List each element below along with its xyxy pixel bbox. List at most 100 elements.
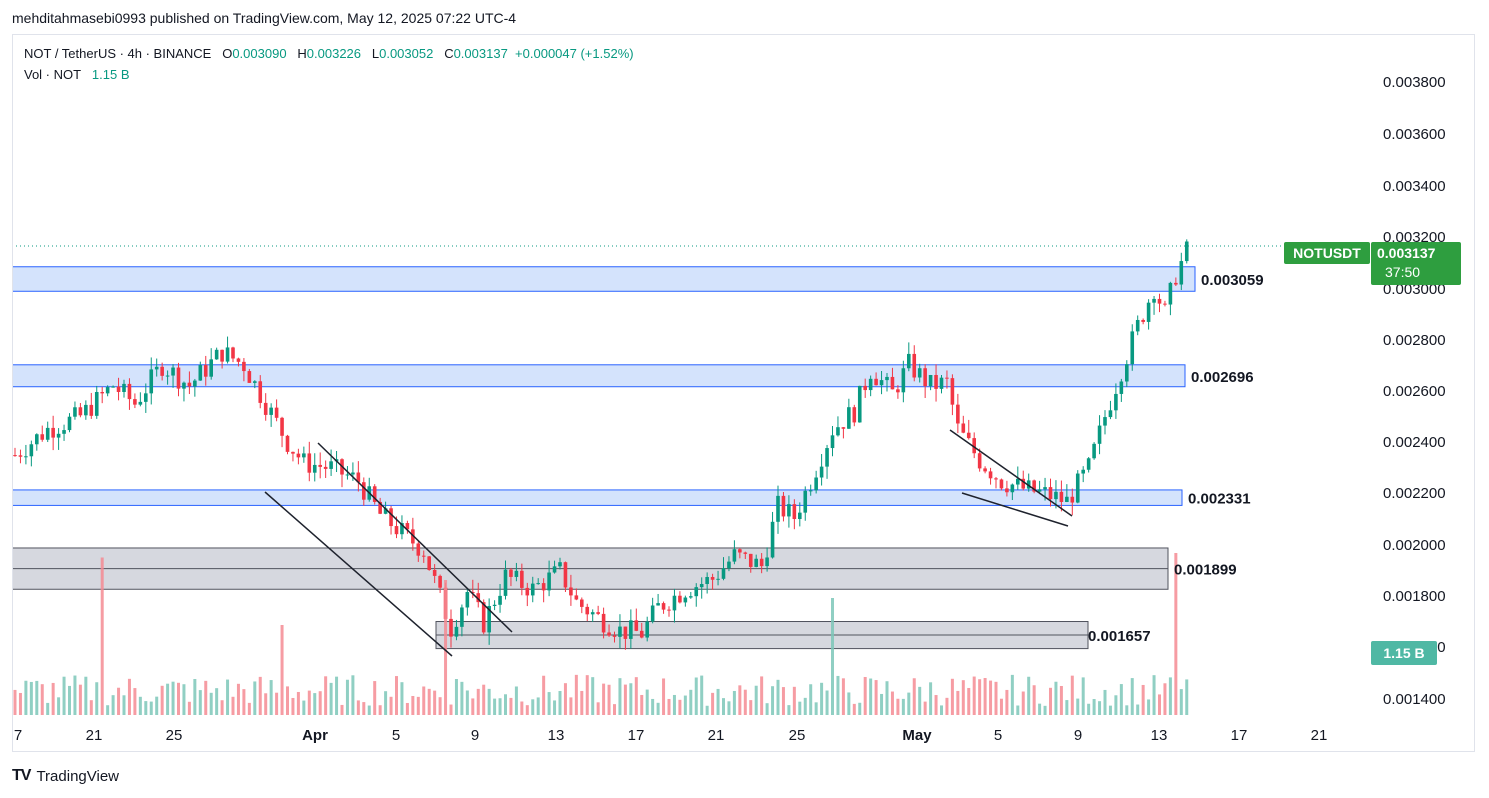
volume-bar [1179, 689, 1183, 715]
candle-body [525, 587, 530, 596]
volume-bar [187, 701, 191, 715]
candle-body [242, 361, 246, 372]
volume-bar [73, 675, 77, 715]
x-tick-label: 25 [166, 727, 183, 744]
volume-bar [907, 692, 911, 715]
volume-bar [1016, 705, 1020, 715]
volume-bar [972, 676, 976, 715]
candle-body [149, 369, 154, 394]
x-tick-label: 9 [1074, 727, 1082, 744]
volume-bar [1125, 705, 1129, 715]
candle-body [171, 367, 175, 376]
volume-bar [890, 691, 894, 715]
volume-bar [847, 692, 851, 715]
volume-bar [999, 698, 1003, 715]
y-tick-label: 0.002400 [1383, 434, 1446, 451]
volume-bar [482, 684, 486, 715]
brand-name[interactable]: TradingView [36, 768, 119, 785]
volume-bar [318, 691, 322, 715]
volume-bar [209, 692, 213, 715]
volume-bar [918, 686, 922, 715]
candle-body [607, 632, 611, 636]
volume-bar [923, 701, 927, 715]
candle-body [896, 389, 900, 393]
candle-body [13, 455, 17, 457]
volume-bar [809, 684, 813, 715]
volume-bar [177, 682, 180, 715]
candle-body [569, 587, 573, 596]
volume-bar [803, 697, 807, 715]
volume-bar [111, 695, 115, 715]
volume-bar [514, 686, 518, 715]
volume-bar [454, 679, 458, 715]
candle-body [45, 427, 50, 440]
volume-bar [215, 688, 219, 715]
candle-body [214, 349, 219, 360]
volume-bar [831, 598, 834, 715]
candle-body [1005, 488, 1009, 493]
volume-bar [493, 698, 497, 715]
x-tick-label: 13 [548, 727, 565, 744]
candle-body [841, 427, 846, 429]
candle-body [133, 399, 137, 405]
volume-bar [95, 682, 99, 715]
candle-body [220, 349, 224, 362]
candle-body [661, 603, 666, 610]
volume-bar [40, 684, 44, 715]
volume-bar [149, 701, 153, 715]
candle-body [994, 478, 998, 480]
volume-bar [820, 682, 824, 715]
candle-body [727, 561, 731, 569]
volume-bar [1065, 700, 1069, 715]
volume-bar [574, 674, 578, 715]
candle-body [1174, 282, 1178, 285]
candle-body [1125, 364, 1129, 382]
candle-body [503, 569, 508, 596]
volume-bar [18, 692, 22, 715]
candle-body [100, 392, 104, 394]
volume-bar [231, 696, 235, 715]
volume-bar [367, 705, 371, 715]
candle-body [629, 620, 633, 639]
candle-body [1092, 443, 1096, 459]
volume-bar [978, 679, 982, 715]
volume-bar [1147, 699, 1151, 715]
volume-bar [24, 680, 28, 715]
candle-body [127, 383, 132, 400]
candle-body [1097, 425, 1102, 444]
volume-bar [1087, 703, 1091, 715]
price-chart[interactable]: 0.003059 0.002696 0.002331 0.001899 0.001657… [0, 0, 1489, 798]
x-tick-label: Apr [302, 727, 328, 744]
volume-bar [1076, 698, 1080, 715]
candle-body [634, 620, 639, 631]
candle-body [699, 583, 704, 588]
volume-bar [127, 678, 131, 715]
candle-body [732, 549, 737, 562]
volume-bar [400, 682, 404, 715]
volume-bar [427, 688, 431, 715]
candle-body [291, 451, 295, 454]
x-tick-label: 5 [392, 727, 400, 744]
volume-bar [912, 678, 916, 715]
volume-bar [307, 690, 311, 715]
candle-body [296, 453, 301, 458]
volume-bar [678, 699, 682, 715]
volume-bar [504, 694, 507, 715]
volume-bar [1152, 675, 1156, 715]
volume-bar [940, 705, 943, 715]
volume-bar [378, 705, 382, 715]
candle-body [18, 455, 23, 457]
candle-body [885, 376, 889, 381]
volume-bar [569, 697, 573, 715]
candle-body [868, 378, 873, 391]
candle-body [1010, 484, 1015, 493]
volume-bar [182, 684, 186, 715]
candle-body [1135, 319, 1140, 332]
volume-bar [781, 687, 785, 715]
candle-body [165, 375, 170, 377]
tradingview-logo-icon: TV [12, 767, 31, 784]
volume-bar [389, 696, 393, 715]
candle-body [1163, 303, 1167, 305]
volume-bar [792, 686, 796, 715]
volume-bar [585, 675, 589, 715]
